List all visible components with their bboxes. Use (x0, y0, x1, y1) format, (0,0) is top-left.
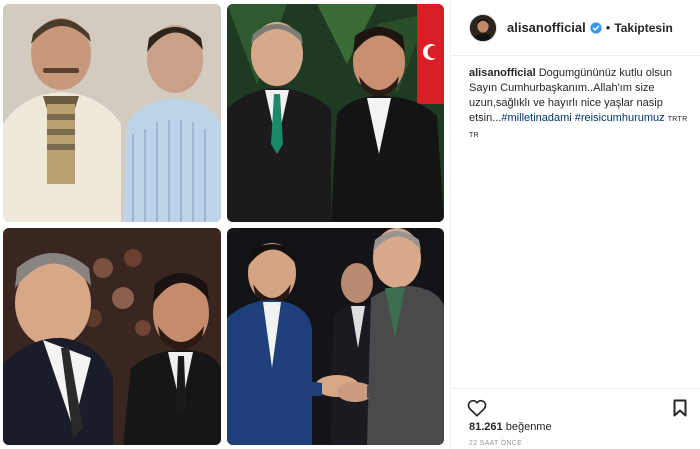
header-username[interactable]: alisanofficial (507, 20, 586, 35)
photo-tile-2 (227, 4, 444, 222)
header-separator: • (605, 20, 611, 35)
photo-4-image (227, 228, 444, 445)
photo-1-image (3, 4, 221, 222)
post-timestamp: 22 SAAT ÖNCE (469, 440, 523, 447)
likes-number: 81.261 (469, 421, 503, 433)
post-header: alisanofficial • Takiptesin (451, 0, 700, 56)
follow-status-button[interactable]: Takiptesin (614, 21, 672, 35)
photo-tile-3 (3, 228, 221, 445)
post-media-collage[interactable] (0, 0, 450, 449)
photo-tile-1 (3, 4, 221, 222)
avatar[interactable] (469, 13, 497, 42)
hashtag-link[interactable]: #milletinadami (501, 112, 571, 124)
photo-3-image (3, 228, 221, 445)
hashtag-link[interactable]: #reisicumhurumuz (575, 112, 665, 124)
post-actions-bar (451, 388, 700, 424)
likes-word: beğenme (505, 421, 552, 433)
likes-count[interactable]: 81.261 beğenme (469, 421, 552, 433)
caption-username[interactable]: alisanofficial (469, 67, 536, 79)
instagram-post: alisanofficial • Takiptesin alisanoffici… (0, 0, 700, 449)
post-caption: alisanofficial Dogumgününüz kutlu olsun … (469, 66, 691, 143)
photo-2-image (227, 4, 444, 222)
verified-badge-icon (590, 21, 602, 34)
post-side-panel: alisanofficial • Takiptesin alisanoffici… (450, 0, 700, 449)
photo-tile-4 (227, 228, 444, 445)
bookmark-icon[interactable] (673, 399, 687, 417)
heart-icon[interactable] (467, 399, 487, 417)
